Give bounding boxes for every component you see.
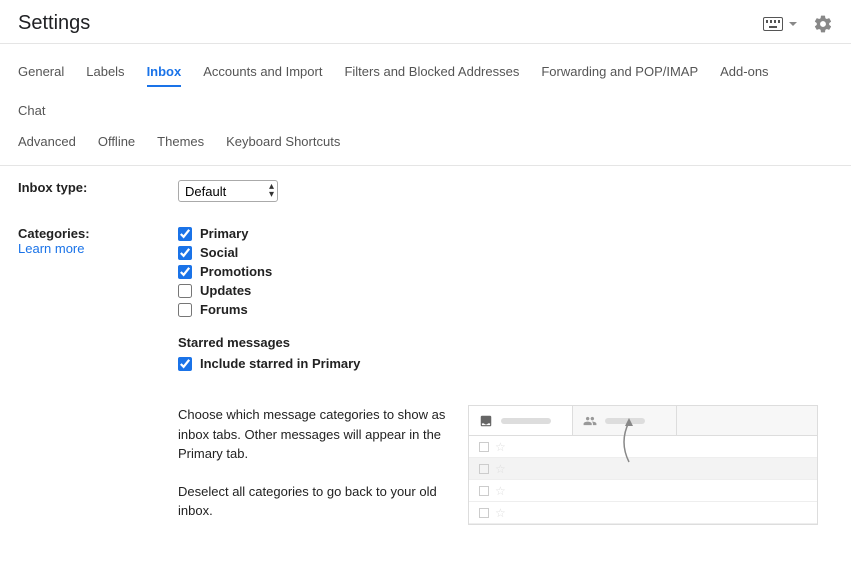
tab-chat[interactable]: Chat: [18, 97, 45, 124]
tab-keyboard-shortcuts[interactable]: Keyboard Shortcuts: [226, 128, 340, 155]
header: Settings: [0, 0, 851, 43]
category-forums: Forums: [178, 302, 833, 317]
inbox-illustration: ☆ ☆ ☆ ☆: [468, 405, 818, 525]
category-promotions: Promotions: [178, 264, 833, 279]
gear-icon: [813, 14, 833, 34]
tab-labels[interactable]: Labels: [86, 58, 124, 87]
help-p2: Deselect all categories to go back to yo…: [178, 482, 448, 521]
illus-row: ☆: [469, 502, 817, 524]
content: Inbox type: Default ▴▾ Categories: Learn…: [0, 180, 851, 539]
tab-addons[interactable]: Add-ons: [720, 58, 768, 87]
category-updates: Updates: [178, 283, 833, 298]
category-updates-label: Updates: [200, 283, 251, 298]
starred-heading: Starred messages: [178, 335, 833, 350]
inbox-type-label: Inbox type:: [18, 180, 178, 195]
illus-tab-primary: [469, 406, 573, 435]
category-primary: Primary: [178, 226, 833, 241]
illus-tab-social: [573, 406, 677, 435]
category-promotions-checkbox[interactable]: [178, 265, 192, 279]
category-forums-checkbox[interactable]: [178, 303, 192, 317]
learn-more-link[interactable]: Learn more: [18, 241, 178, 256]
tab-advanced[interactable]: Advanced: [18, 128, 76, 155]
help-p1: Choose which message categories to show …: [178, 405, 448, 464]
input-tools-button[interactable]: [763, 17, 797, 31]
divider: [0, 165, 851, 166]
page-title: Settings: [18, 12, 90, 35]
starred-include: Include starred in Primary: [178, 356, 833, 371]
category-forums-label: Forums: [200, 302, 248, 317]
keyboard-icon: [763, 17, 783, 31]
categories-label: Categories:: [18, 226, 178, 241]
tab-offline[interactable]: Offline: [98, 128, 135, 155]
category-social: Social: [178, 245, 833, 260]
category-social-label: Social: [200, 245, 238, 260]
tab-accounts-import[interactable]: Accounts and Import: [203, 58, 322, 87]
category-primary-checkbox[interactable]: [178, 227, 192, 241]
divider: [0, 43, 851, 44]
category-promotions-label: Promotions: [200, 264, 272, 279]
category-updates-checkbox[interactable]: [178, 284, 192, 298]
tab-themes[interactable]: Themes: [157, 128, 204, 155]
categories-row: Categories: Learn more Primary Social Pr…: [18, 226, 833, 539]
illus-row: ☆: [469, 436, 817, 458]
inbox-icon: [479, 414, 493, 428]
category-primary-label: Primary: [200, 226, 248, 241]
starred-include-label: Include starred in Primary: [200, 356, 360, 371]
chevron-down-icon: [789, 22, 797, 26]
starred-include-checkbox[interactable]: [178, 357, 192, 371]
tab-inbox[interactable]: Inbox: [147, 58, 182, 87]
illus-row: ☆: [469, 480, 817, 502]
tab-forwarding-pop-imap[interactable]: Forwarding and POP/IMAP: [541, 58, 698, 87]
help-row: Choose which message categories to show …: [178, 405, 833, 539]
people-icon: [583, 414, 597, 428]
help-text: Choose which message categories to show …: [178, 405, 448, 539]
settings-tabs-row2: Advanced Offline Themes Keyboard Shortcu…: [0, 124, 851, 165]
tab-general[interactable]: General: [18, 58, 64, 87]
inbox-type-row: Inbox type: Default ▴▾: [18, 180, 833, 202]
category-social-checkbox[interactable]: [178, 246, 192, 260]
settings-gear-button[interactable]: [813, 14, 833, 34]
illus-row: ☆: [469, 458, 817, 480]
settings-tabs: General Labels Inbox Accounts and Import…: [0, 50, 851, 124]
header-icons: [763, 14, 833, 34]
tab-filters-blocked[interactable]: Filters and Blocked Addresses: [344, 58, 519, 87]
inbox-type-select[interactable]: Default: [178, 180, 278, 202]
